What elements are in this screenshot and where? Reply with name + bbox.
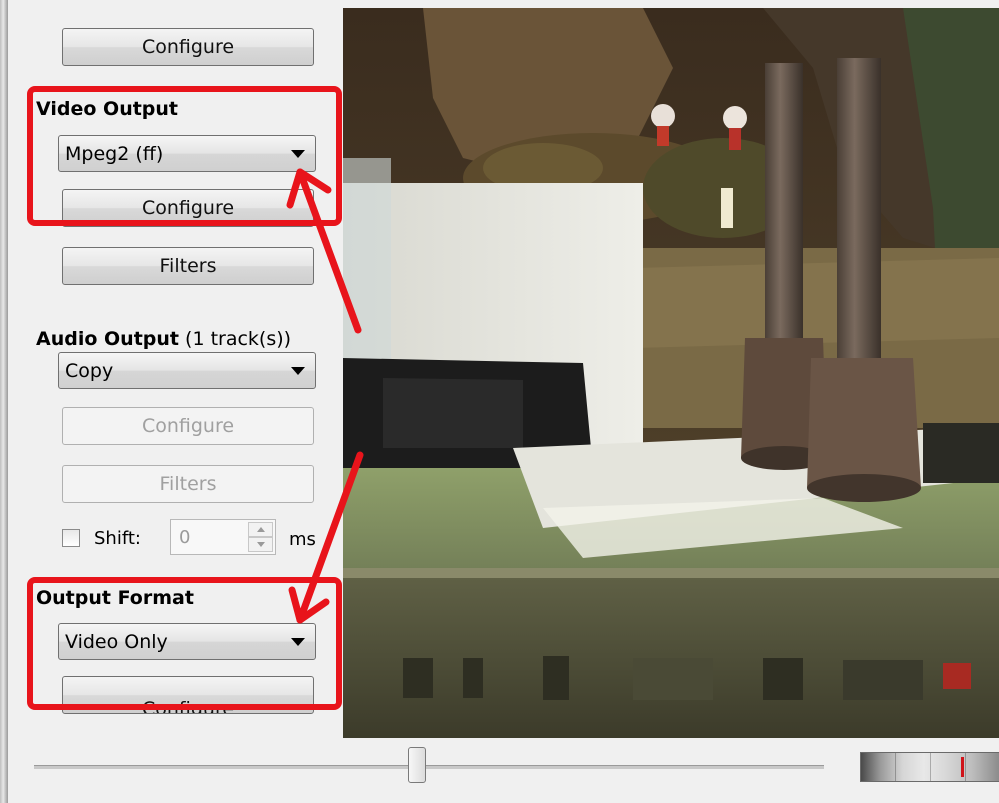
red-arrow-annotation-icon xyxy=(286,168,364,624)
timeline-slider-track[interactable] xyxy=(34,765,824,769)
meter-divider xyxy=(930,753,931,781)
timeline-slider-handle[interactable] xyxy=(408,747,426,783)
meter-divider xyxy=(895,753,896,781)
volume-meter xyxy=(860,752,999,782)
timeline-bar xyxy=(8,740,999,803)
meter-marker xyxy=(961,757,964,777)
meter-divider xyxy=(965,753,966,781)
